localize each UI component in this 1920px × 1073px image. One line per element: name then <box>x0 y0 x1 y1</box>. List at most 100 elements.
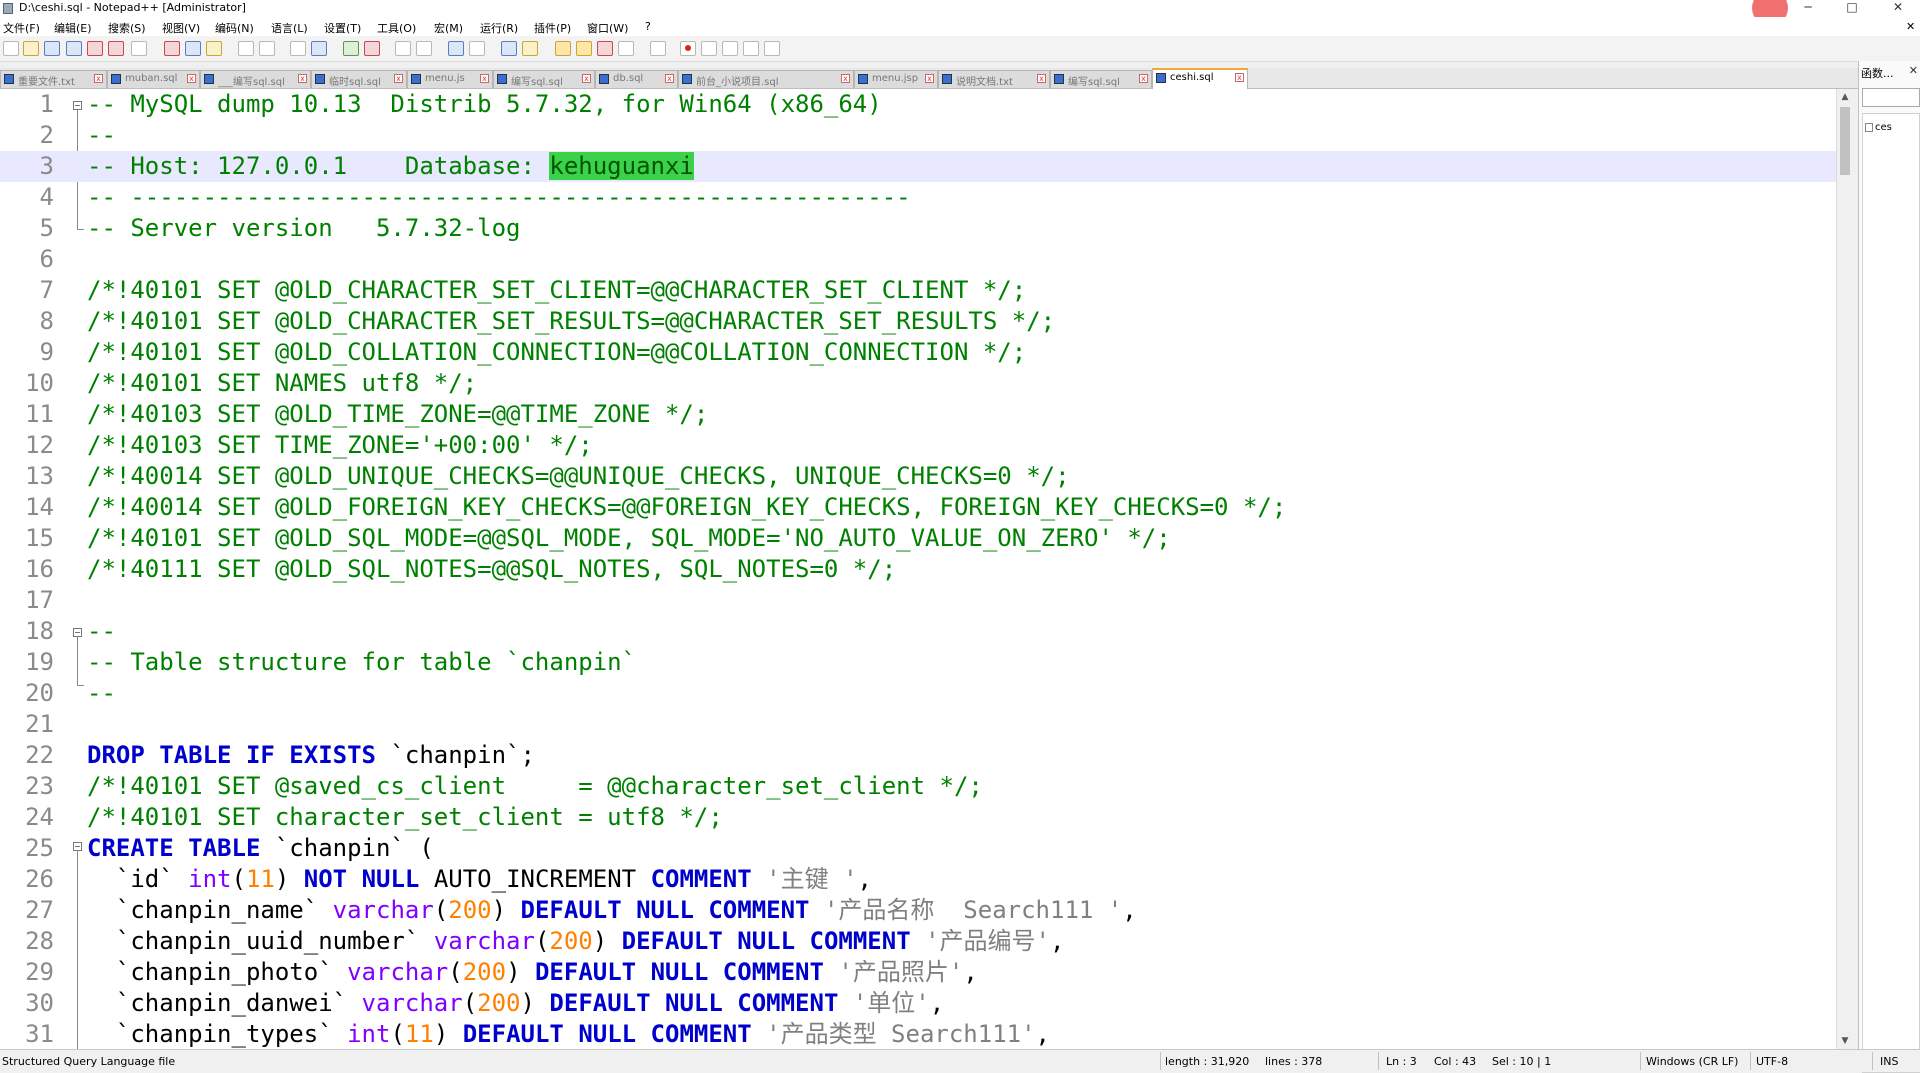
code-line[interactable]: 13 /*!40014 SET @OLD_UNIQUE_CHECKS=@@UNIQ… <box>0 461 1836 492</box>
tab-close-icon[interactable]: x <box>94 74 103 83</box>
new-file-icon[interactable] <box>3 41 19 56</box>
close-all-icon[interactable] <box>108 41 124 56</box>
menu-tools[interactable]: 工具(O) <box>377 20 416 36</box>
find-icon[interactable] <box>290 41 306 56</box>
stop-recording-icon[interactable] <box>701 41 717 56</box>
code-line[interactable]: 3 -- Host: 127.0.0.1 Database: kehuguanxi <box>0 151 1836 182</box>
tab-file-active[interactable]: ceshi.sql x <box>1152 68 1248 89</box>
open-file-icon[interactable] <box>23 41 39 56</box>
panel-close-icon[interactable]: ✕ <box>1909 64 1918 77</box>
paste-icon[interactable] <box>206 41 222 56</box>
save-icon[interactable] <box>44 41 60 56</box>
word-wrap-icon[interactable] <box>448 41 464 56</box>
code-line[interactable]: 23 /*!40101 SET @saved_cs_client = @@char… <box>0 771 1836 802</box>
tab-file[interactable]: menu.jsp x <box>854 70 938 88</box>
tab-file[interactable]: 重要文件.txt x <box>0 70 107 88</box>
tab-close-icon[interactable]: x <box>665 74 674 83</box>
code-line[interactable]: 18 -- <box>0 616 1836 647</box>
playback-macro-icon[interactable] <box>722 41 738 56</box>
indent-guide-icon[interactable] <box>501 41 517 56</box>
maximize-button[interactable]: □ <box>1834 0 1870 17</box>
code-line[interactable]: 14 /*!40014 SET @OLD_FOREIGN_KEY_CHECKS=@… <box>0 492 1836 523</box>
code-line[interactable]: 4 -- ------------------------------------… <box>0 182 1836 213</box>
replace-icon[interactable] <box>311 41 327 56</box>
tab-close-icon[interactable]: x <box>582 74 591 83</box>
zoom-out-icon[interactable] <box>364 41 380 56</box>
function-list-icon[interactable] <box>576 41 592 56</box>
code-line[interactable]: 17 <box>0 585 1836 616</box>
tab-close-icon[interactable]: x <box>1139 74 1148 83</box>
zoom-in-icon[interactable] <box>343 41 359 56</box>
folder-as-workspace-icon[interactable] <box>597 41 613 56</box>
code-line[interactable]: 31 `chanpin_types` int(11) DEFAULT NULL … <box>0 1019 1836 1049</box>
menu-run[interactable]: 运行(R) <box>480 20 518 36</box>
code-line[interactable]: 2 -- <box>0 120 1836 151</box>
code-line[interactable]: 22 DROP TABLE IF EXISTS `chanpin`; <box>0 740 1836 771</box>
tab-file[interactable]: 临时sql.sql x <box>311 70 407 88</box>
tab-file[interactable]: db.sql x <box>595 70 678 88</box>
menu-help[interactable]: ? <box>645 20 651 33</box>
tab-close-icon[interactable]: x <box>298 74 307 83</box>
menu-settings[interactable]: 设置(T) <box>324 20 361 36</box>
code-line[interactable]: 30 `chanpin_danwei` varchar(200) DEFAULT… <box>0 988 1836 1019</box>
function-search-input[interactable] <box>1862 88 1920 107</box>
scroll-up-icon[interactable]: ▲ <box>1837 89 1853 105</box>
vertical-scrollbar[interactable]: ▲ ▼ <box>1836 89 1852 1049</box>
redo-icon[interactable] <box>259 41 275 56</box>
close-window-button[interactable]: ✕ <box>1880 0 1916 17</box>
tab-close-icon[interactable]: x <box>1235 73 1244 82</box>
menu-language[interactable]: 语言(L) <box>271 20 308 36</box>
menu-macro[interactable]: 宏(M) <box>434 20 463 36</box>
code-line[interactable]: 24 /*!40101 SET character_set_client = ut… <box>0 802 1836 833</box>
scroll-down-icon[interactable]: ▼ <box>1837 1033 1853 1049</box>
menu-window[interactable]: 窗口(W) <box>587 20 628 36</box>
tree-root-item[interactable]: ces <box>1875 122 1892 133</box>
code-line[interactable]: 5 -- Server version 5.7.32-log <box>0 213 1836 244</box>
tab-file[interactable]: 说明文档.txt x <box>938 70 1050 88</box>
tab-close-icon[interactable]: x <box>1037 74 1046 83</box>
menu-plugins[interactable]: 插件(P) <box>534 20 571 36</box>
record-macro-icon[interactable] <box>680 41 696 56</box>
menu-file[interactable]: 文件(F) <box>3 20 40 36</box>
tab-close-icon[interactable]: x <box>394 74 403 83</box>
status-insert-mode[interactable]: INS <box>1880 1055 1898 1068</box>
save-macro-icon[interactable] <box>764 41 780 56</box>
sync-horizontal-icon[interactable] <box>416 41 432 56</box>
show-all-chars-icon[interactable] <box>469 41 485 56</box>
code-line[interactable]: 25 CREATE TABLE `chanpin` ( <box>0 833 1836 864</box>
monitoring-icon[interactable] <box>618 41 634 56</box>
undo-icon[interactable] <box>238 41 254 56</box>
code-line[interactable]: 8 /*!40101 SET @OLD_CHARACTER_SET_RESULTS… <box>0 306 1836 337</box>
print-icon[interactable] <box>131 41 147 56</box>
code-line[interactable]: 20 -- <box>0 678 1836 709</box>
document-map-icon[interactable] <box>555 41 571 56</box>
menu-encoding[interactable]: 编码(N) <box>215 20 254 36</box>
function-tree[interactable] <box>1862 113 1920 1073</box>
tab-close-icon[interactable]: x <box>187 74 196 83</box>
status-encoding[interactable]: UTF-8 <box>1756 1055 1788 1068</box>
cut-icon[interactable] <box>164 41 180 56</box>
code-line[interactable]: 27 `chanpin_name` varchar(200) DEFAULT N… <box>0 895 1836 926</box>
code-line[interactable]: 6 <box>0 244 1836 275</box>
code-line[interactable]: 12 /*!40103 SET TIME_ZONE='+00:00' */; <box>0 430 1836 461</box>
code-line[interactable]: 11 /*!40103 SET @OLD_TIME_ZONE=@@TIME_ZON… <box>0 399 1836 430</box>
run-macro-multiple-icon[interactable] <box>743 41 759 56</box>
language-udl-icon[interactable] <box>522 41 538 56</box>
status-eol[interactable]: Windows (CR LF) <box>1646 1055 1738 1068</box>
sync-vertical-icon[interactable] <box>395 41 411 56</box>
tab-close-icon[interactable]: x <box>480 74 489 83</box>
minimize-button[interactable]: ─ <box>1790 0 1826 17</box>
menu-search[interactable]: 搜索(S) <box>108 20 146 36</box>
code-line[interactable]: 9 /*!40101 SET @OLD_COLLATION_CONNECTION=… <box>0 337 1836 368</box>
code-line[interactable]: 15 /*!40101 SET @OLD_SQL_MODE=@@SQL_MODE,… <box>0 523 1836 554</box>
menu-view[interactable]: 视图(V) <box>162 20 200 36</box>
menu-edit[interactable]: 编辑(E) <box>54 20 92 36</box>
close-document-button[interactable]: ✕ <box>1906 20 1915 33</box>
code-line[interactable]: 16 /*!40111 SET @OLD_SQL_NOTES=@@SQL_NOTE… <box>0 554 1836 585</box>
save-all-icon[interactable] <box>66 41 82 56</box>
close-file-icon[interactable] <box>87 41 103 56</box>
tab-file[interactable]: 前台_小说项目.sql x <box>678 70 854 88</box>
code-line[interactable]: 28 `chanpin_uuid_number` varchar(200) DE… <box>0 926 1836 957</box>
tab-file[interactable]: menu.js x <box>407 70 493 88</box>
code-editor[interactable]: 1 -- MySQL dump 10.13 Distrib 5.7.32, for… <box>0 89 1836 1049</box>
